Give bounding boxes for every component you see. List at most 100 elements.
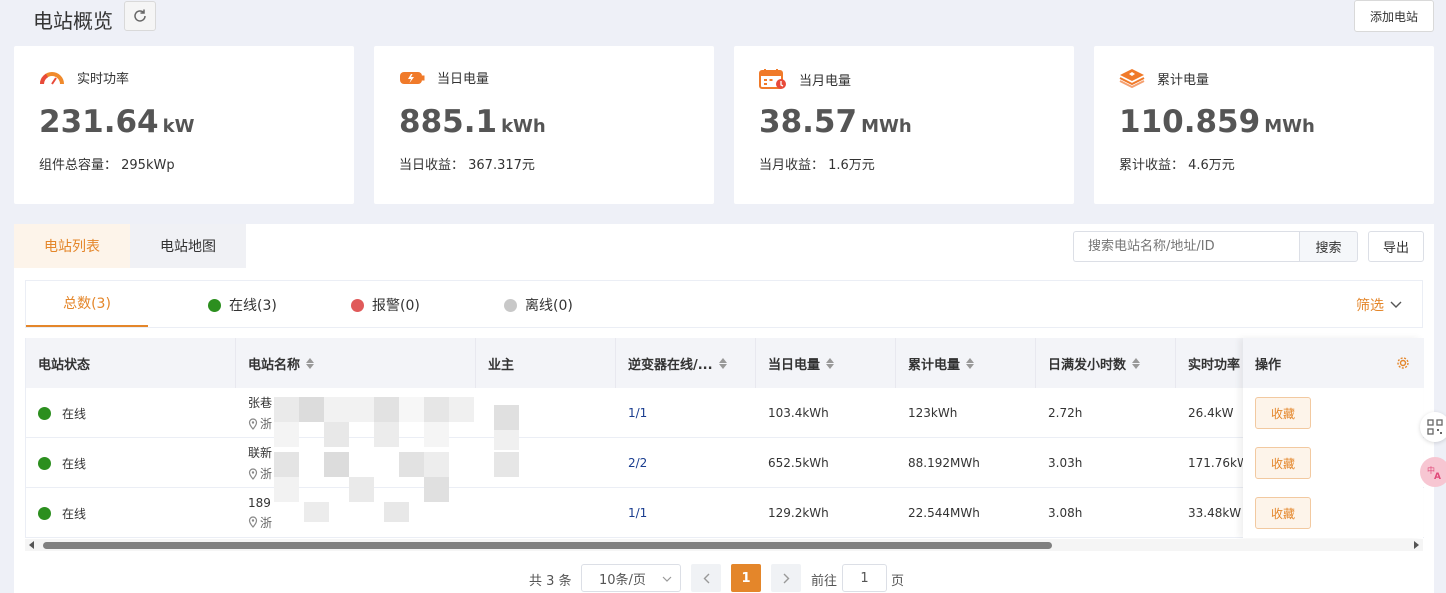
card-total-energy: 累计电量 110.859 MWh 累计收益： 4.6万元	[1094, 46, 1434, 204]
gear-icon[interactable]	[1396, 356, 1410, 370]
page-title: 电站概览	[33, 9, 113, 33]
calendar-icon	[759, 69, 786, 89]
inverter-cell[interactable]: 1/1	[616, 488, 647, 538]
card-label: 实时功率	[77, 72, 130, 87]
tab-station-list[interactable]: 电站列表	[14, 224, 130, 268]
translate-icon: 中A	[1427, 465, 1441, 481]
col-total[interactable]: 累计电量	[896, 338, 1036, 388]
chevron-down-icon	[1390, 301, 1402, 308]
favorite-button[interactable]: 收藏	[1255, 497, 1311, 529]
sort-icon[interactable]	[966, 357, 975, 369]
card-value: 38.57	[759, 104, 858, 140]
card-label: 当月电量	[799, 73, 852, 89]
sort-icon[interactable]	[718, 357, 727, 369]
favorite-button[interactable]: 收藏	[1255, 447, 1311, 479]
horizontal-scrollbar[interactable]	[25, 539, 1423, 551]
online-dot-icon	[38, 406, 51, 420]
scroll-left-icon[interactable]	[28, 541, 36, 549]
page-size-select[interactable]: 10条/页	[581, 564, 681, 592]
filter-online-label: 在线(3)	[229, 298, 277, 314]
name-cell[interactable]: 联新浙	[236, 438, 272, 488]
qr-scan-button[interactable]	[1420, 412, 1446, 442]
filter-tab-offline[interactable]: 离线(0)	[504, 295, 573, 315]
chevron-right-icon	[783, 573, 789, 583]
favorite-button[interactable]: 收藏	[1255, 397, 1311, 429]
name-cell[interactable]: 张巷浙	[236, 388, 272, 438]
table-row[interactable]: 在线 189 浙 1/1 129.2kWh 22.544MWh 3.08h 33.…	[26, 488, 1424, 538]
card-label: 当日电量	[437, 72, 490, 87]
daily-cell: 129.2kWh	[768, 506, 829, 520]
add-station-button[interactable]: 添加电站	[1354, 0, 1434, 32]
sort-icon[interactable]	[1132, 357, 1141, 369]
location-pin-icon	[248, 417, 258, 430]
station-panel: 电站列表 电站地图 搜索 导出 总数(3) 在线(3) 报警(0) 离线(0) …	[14, 224, 1434, 593]
col-daily[interactable]: 当日电量	[756, 338, 896, 388]
filter-tab-online[interactable]: 在线(3)	[208, 295, 277, 315]
export-button[interactable]: 导出	[1368, 231, 1424, 262]
hours-cell: 3.03h	[1048, 456, 1083, 470]
card-subtext: 当日收益： 367.317元	[399, 158, 535, 173]
sort-icon[interactable]	[306, 357, 315, 369]
daily-cell: 652.5kWh	[768, 456, 829, 470]
col-inverter[interactable]: 逆变器在线/...	[616, 338, 756, 388]
scrollbar-thumb[interactable]	[43, 542, 1052, 549]
total-cell: 88.192MWh	[908, 456, 980, 470]
goto-label: 前往	[811, 574, 838, 589]
layers-icon	[1119, 69, 1145, 88]
status-cell: 在线	[26, 438, 86, 488]
prev-page-button[interactable]	[691, 564, 721, 592]
table-row[interactable]: 在线 张巷浙 1/1 103.4kWh 123kWh 2.72h 26.4kW	[26, 388, 1424, 438]
search-button[interactable]: 搜索	[1299, 231, 1358, 262]
power-cell: 33.48kW	[1188, 506, 1242, 520]
card-value: 110.859	[1119, 104, 1261, 140]
location-pin-icon	[248, 467, 258, 480]
card-subtext: 当月收益： 1.6万元	[759, 158, 875, 173]
table-row[interactable]: 在线 联新浙 2/2 652.5kWh 88.192MWh 3.03h 171.…	[26, 438, 1424, 488]
col-hours[interactable]: 日满发小时数	[1036, 338, 1176, 388]
alarm-dot-icon	[351, 298, 364, 312]
page-1-button[interactable]: 1	[731, 564, 761, 592]
filter-alarm-label: 报警(0)	[372, 298, 420, 314]
card-unit: kWh	[501, 116, 546, 137]
chevron-down-icon	[662, 576, 672, 582]
inverter-cell[interactable]: 1/1	[616, 388, 647, 438]
filter-dropdown[interactable]: 筛选	[1356, 295, 1402, 315]
tab-bar: 电站列表 电站地图 搜索 导出	[14, 224, 1434, 268]
inverter-cell[interactable]: 2/2	[616, 438, 647, 488]
status-cell: 在线	[26, 488, 86, 538]
status-cell: 在线	[26, 388, 86, 438]
svg-text:A: A	[1434, 472, 1441, 481]
card-value: 231.64	[39, 104, 159, 140]
card-realtime-power: 实时功率 231.64 kW 组件总容量： 295kWp	[14, 46, 354, 204]
card-monthly-energy: 当月电量 38.57 MWh 当月收益： 1.6万元	[734, 46, 1074, 204]
card-label: 累计电量	[1157, 72, 1210, 88]
col-name[interactable]: 电站名称	[236, 338, 476, 388]
battery-bolt-icon	[400, 71, 425, 84]
hours-cell: 3.08h	[1048, 506, 1083, 520]
status-filter-bar: 总数(3) 在线(3) 报警(0) 离线(0) 筛选	[25, 280, 1423, 328]
card-subtext: 累计收益： 4.6万元	[1119, 158, 1235, 173]
page-suffix-label: 页	[891, 574, 905, 589]
online-dot-icon	[208, 298, 221, 312]
next-page-button[interactable]	[771, 564, 801, 592]
card-value: 885.1	[399, 104, 498, 140]
col-owner: 业主	[476, 338, 616, 388]
refresh-button[interactable]	[124, 1, 156, 31]
page-jump-input[interactable]: 1	[842, 564, 887, 592]
power-cell: 26.4kW	[1188, 406, 1234, 420]
online-dot-icon	[38, 506, 51, 520]
sort-icon[interactable]	[826, 357, 835, 369]
name-cell[interactable]: 189 浙	[236, 488, 272, 538]
filter-tab-total[interactable]: 总数(3)	[26, 281, 148, 327]
card-unit: MWh	[1264, 116, 1315, 137]
total-cell: 123kWh	[908, 406, 958, 420]
offline-dot-icon	[504, 298, 517, 312]
search-input[interactable]	[1073, 231, 1299, 262]
total-cell: 22.544MWh	[908, 506, 980, 520]
station-table: 电站状态 电站名称 业主 逆变器在线/... 当日电量 累计电量 日满发小时数 …	[25, 338, 1424, 538]
filter-tab-alarm[interactable]: 报警(0)	[351, 295, 420, 315]
translate-button[interactable]: 中A	[1420, 457, 1446, 487]
tab-station-map[interactable]: 电站地图	[130, 224, 246, 268]
scroll-right-icon[interactable]	[1412, 541, 1420, 549]
power-cell: 171.76kW	[1188, 456, 1249, 470]
